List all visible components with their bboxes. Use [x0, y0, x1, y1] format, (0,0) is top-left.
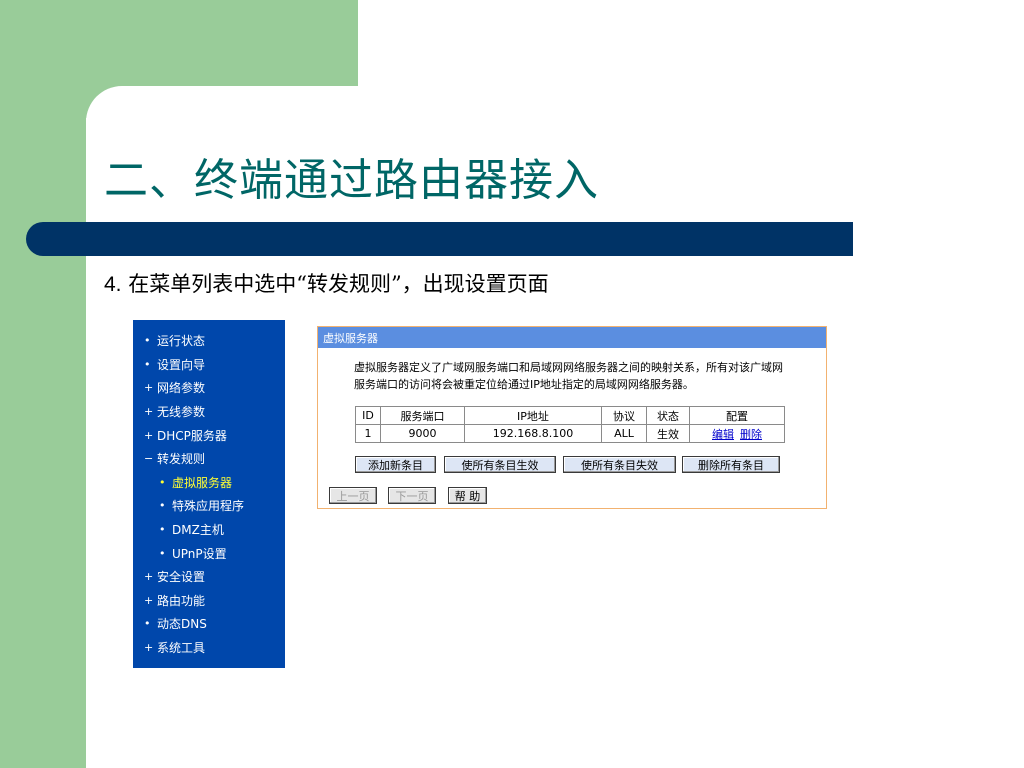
menu-item-label: DHCP服务器: [157, 428, 227, 443]
menu-item-run-status[interactable]: • 运行状态: [133, 329, 285, 353]
expand-plus-icon: +: [144, 570, 154, 584]
description-line: 虚拟服务器定义了广域网服务端口和局域网网络服务器之间的映射关系，所有对该广域网: [354, 361, 783, 374]
next-page-button[interactable]: 下一页: [388, 487, 436, 504]
menu-item-wireless[interactable]: + 无线参数: [133, 400, 285, 424]
menu-item-setup-wizard[interactable]: • 设置向导: [133, 353, 285, 377]
menu-item-network[interactable]: + 网络参数: [133, 376, 285, 400]
edit-link[interactable]: 编辑: [712, 428, 734, 441]
bullet-icon: •: [159, 546, 166, 560]
panel-description: 虚拟服务器定义了广域网服务端口和局域网网络服务器之间的映射关系，所有对该广域网 …: [354, 359, 804, 393]
expand-plus-icon: +: [144, 641, 154, 655]
expand-plus-icon: +: [144, 593, 154, 607]
slide-title-bar: [26, 222, 853, 256]
column-header-port: 服务端口: [380, 406, 465, 425]
expand-plus-icon: +: [144, 405, 154, 419]
add-entry-button[interactable]: 添加新条目: [355, 456, 436, 473]
menu-item-label: 安全设置: [157, 570, 206, 585]
menu-item-label: 动态DNS: [157, 617, 207, 632]
menu-item-label: UPnP设置: [172, 546, 227, 561]
menu-item-label: 网络参数: [157, 381, 206, 396]
menu-item-system-tools[interactable]: + 系统工具: [133, 636, 285, 660]
menu-item-special-apps[interactable]: • 特殊应用程序: [133, 494, 285, 518]
menu-item-virtual-server[interactable]: • 虚拟服务器: [133, 471, 285, 495]
cell-id: 1: [355, 424, 381, 443]
prev-page-button[interactable]: 上一页: [329, 487, 377, 504]
menu-item-label: 转发规则: [157, 452, 206, 467]
enable-all-button[interactable]: 使所有条目生效: [444, 456, 556, 473]
menu-item-label: 虚拟服务器: [172, 475, 233, 490]
bullet-icon: •: [144, 617, 151, 631]
panel-header: 虚拟服务器: [318, 327, 826, 348]
menu-item-label: 运行状态: [157, 334, 206, 349]
menu-item-label: 特殊应用程序: [172, 499, 245, 514]
bullet-icon: •: [144, 357, 151, 371]
table-row: 1 9000 192.168.8.100 ALL 生效 编辑 删除: [355, 424, 785, 443]
column-header-config: 配置: [689, 406, 785, 425]
menu-item-forwarding[interactable]: − 转发规则: [133, 447, 285, 471]
menu-item-dhcp[interactable]: + DHCP服务器: [133, 423, 285, 447]
cell-config: 编辑 删除: [689, 424, 785, 443]
help-button[interactable]: 帮 助: [448, 487, 487, 504]
menu-item-security[interactable]: + 安全设置: [133, 565, 285, 589]
bullet-icon: •: [159, 475, 166, 489]
slide-title: 二、终端通过路由器接入: [104, 155, 599, 206]
bullet-icon: •: [159, 499, 166, 513]
menu-item-ddns[interactable]: • 动态DNS: [133, 612, 285, 636]
expand-plus-icon: +: [144, 428, 154, 442]
router-side-menu: • 运行状态 • 设置向导 + 网络参数 + 无线参数 + DHCP服务器 − 转发规则 •…: [133, 320, 285, 668]
menu-item-label: 设置向导: [157, 357, 206, 372]
menu-item-label: 无线参数: [157, 405, 206, 420]
column-header-ip: IP地址: [464, 406, 602, 425]
virtual-server-table: ID 服务端口 IP地址 协议 状态 配置 1 9000 192.168.8.1…: [355, 406, 785, 443]
step-text: 在菜单列表中选中“转发规则”，出现设置页面: [128, 272, 549, 296]
menu-item-label: 系统工具: [157, 641, 206, 656]
menu-item-dmz[interactable]: • DMZ主机: [133, 518, 285, 542]
cell-status: 生效: [646, 424, 690, 443]
column-header-id: ID: [355, 406, 381, 425]
expand-plus-icon: +: [144, 381, 154, 395]
table-header-row: ID 服务端口 IP地址 协议 状态 配置: [355, 406, 785, 425]
column-header-protocol: 协议: [601, 406, 647, 425]
menu-item-upnp[interactable]: • UPnP设置: [133, 541, 285, 565]
step-number: 4.: [104, 273, 122, 296]
cell-protocol: ALL: [601, 424, 647, 443]
description-line: 服务端口的访问将会被重定位给通过IP地址指定的局域网网络服务器。: [354, 378, 694, 391]
collapse-minus-icon: −: [144, 452, 154, 466]
cell-ip: 192.168.8.100: [464, 424, 602, 443]
menu-item-label: 路由功能: [157, 593, 206, 608]
cell-port: 9000: [380, 424, 465, 443]
delete-all-button[interactable]: 删除所有条目: [682, 456, 780, 473]
menu-item-routing[interactable]: + 路由功能: [133, 589, 285, 613]
bullet-icon: •: [144, 334, 151, 348]
disable-all-button[interactable]: 使所有条目失效: [563, 456, 676, 473]
delete-link[interactable]: 删除: [740, 428, 762, 441]
menu-item-label: DMZ主机: [172, 523, 224, 538]
column-header-status: 状态: [646, 406, 690, 425]
step-instruction: 4. 在菜单列表中选中“转发规则”，出现设置页面: [104, 268, 549, 298]
bullet-icon: •: [159, 523, 166, 537]
virtual-server-panel: 虚拟服务器 虚拟服务器定义了广域网服务端口和局域网网络服务器之间的映射关系，所有…: [317, 326, 827, 509]
